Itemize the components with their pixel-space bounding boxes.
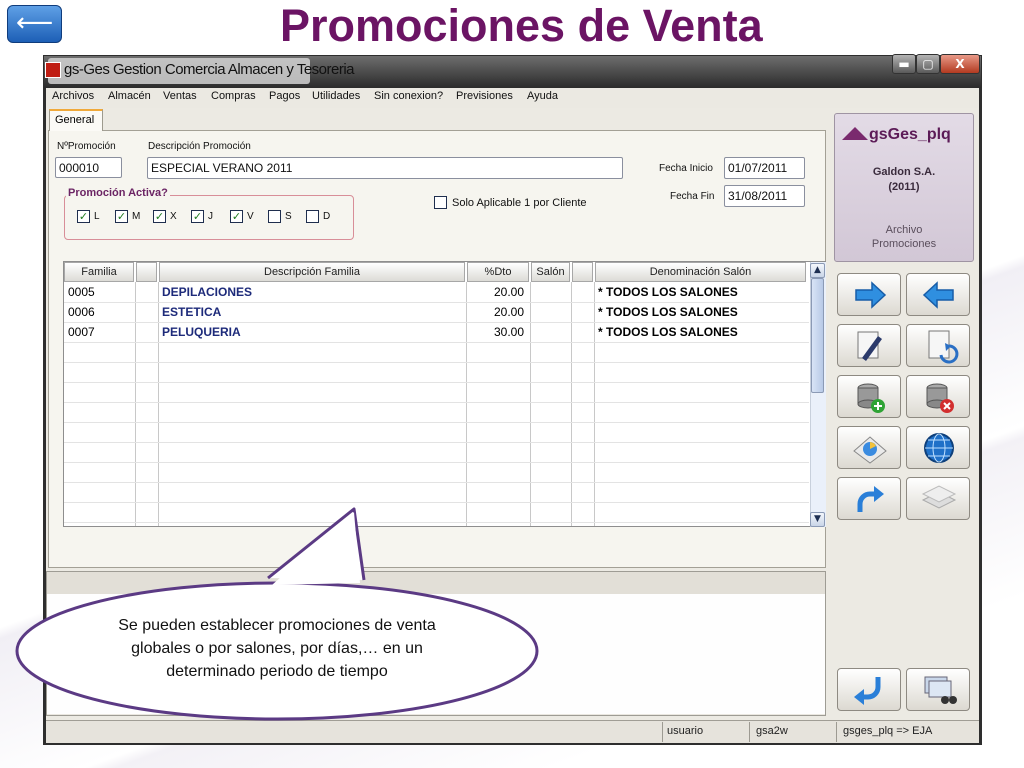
callout-text: Se pueden establecer promociones de vent… — [118, 617, 436, 680]
